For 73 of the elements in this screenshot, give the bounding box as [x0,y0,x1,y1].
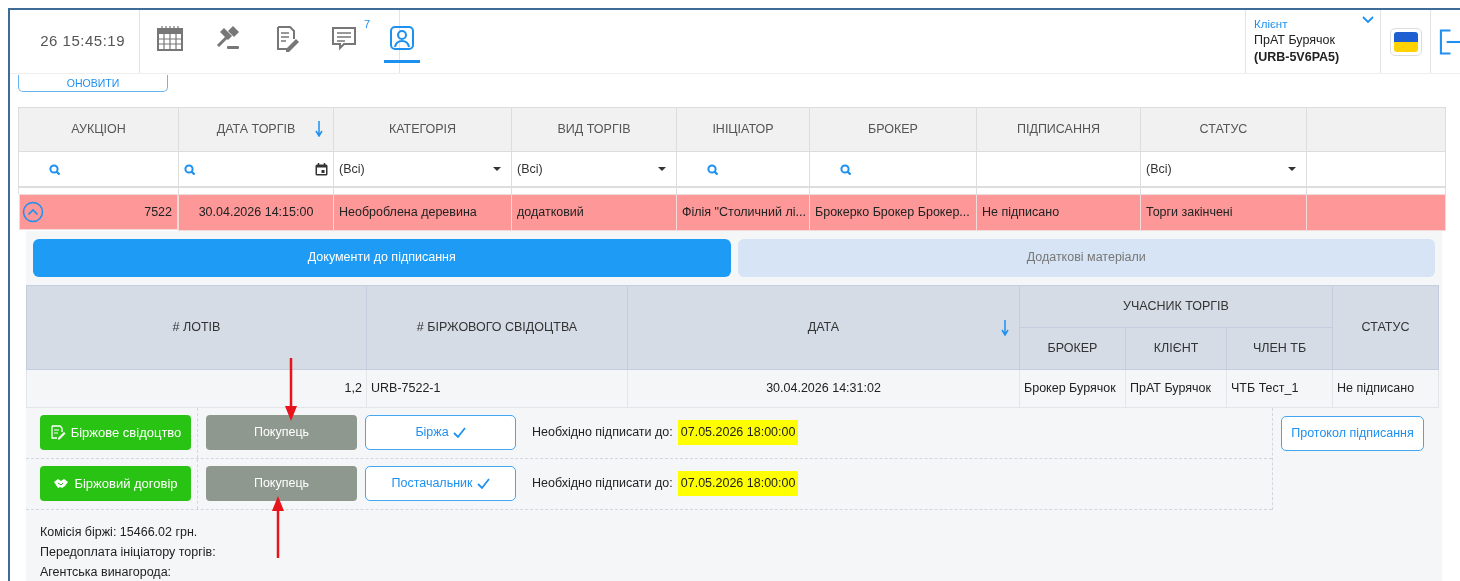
column-header[interactable]: БРОКЕР [1019,327,1126,370]
table-cell: Брокерко Брокер Брокер... [809,194,977,231]
column-header[interactable]: СТАТУС [1140,107,1307,152]
document-pen-icon [49,425,66,441]
chat-icon [330,24,358,52]
table-cell: 30.04.2026 14:15:00 [178,194,334,231]
column-header[interactable]: ІНІЦІАТОР [676,107,810,152]
table-cell-text: 7522 [144,203,172,221]
notification-count: 7 [363,17,370,32]
deadline-date: 07.05.2026 18:00:00 [677,420,799,446]
deadline-date: 07.05.2026 18:00:00 [677,471,799,497]
gavel-icon [214,24,242,52]
calendar-icon [315,162,328,176]
table-cell: 30.04.2026 14:31:02 [627,369,1020,408]
account-switcher[interactable]: Клієнт ПрАТ Бурячок (URB-5V6PA5) [1245,10,1380,73]
column-header[interactable]: БРОКЕР [809,107,977,152]
column-header[interactable]: # ЛОТІВ [26,285,367,370]
table-cell: Не підписано [976,194,1141,231]
caret-icon [658,167,666,171]
search-icon [49,163,60,175]
account-code: (URB-5V6PA5) [1254,48,1341,65]
language-button[interactable] [1389,27,1422,56]
info-text: Комісія біржі: 15466.02 грн. [40,523,199,541]
column-header[interactable]: ВИД ТОРГІВ [511,107,677,152]
info-text: Агентська винагорода: [40,563,173,581]
search-icon [840,163,851,175]
account-name: ПрАТ Бурячок [1254,32,1336,49]
user-icon [388,24,416,52]
column-header[interactable]: ДАТА [627,285,1020,370]
annotation-arrow [271,496,285,558]
search-icon [184,163,195,175]
account-role: Клієнт [1254,17,1288,32]
protocol-button[interactable]: Протокол підписання [1281,415,1424,451]
column-header[interactable]: # БІРЖОВОГО СВІДОЦТВА [366,285,628,370]
table-cell: Торги закінчені [1140,194,1307,231]
column-header[interactable]: ПІДПИСАННЯ [976,107,1141,152]
collapse-icon[interactable] [21,201,44,224]
flag-icon [1393,31,1418,52]
table-cell: Необроблена деревина [333,194,512,231]
chevron-down-icon [1362,16,1374,24]
table-cell: Брокер Бурячок [1019,369,1126,408]
annotation-arrow [284,358,298,422]
tab[interactable]: Додаткові матеріали [737,238,1435,277]
refresh-button[interactable]: ОНОВИТИ [18,75,168,92]
deadline-label: Необхідно підписати до: [532,475,673,493]
filter-dropdown[interactable]: (Всі) [512,151,676,187]
column-header[interactable]: ЧЛЕН ТБ [1226,327,1333,370]
deadline-label: Необхідно підписати до: [532,424,673,442]
table-cell: ЧТБ Тест_1 [1226,369,1333,408]
table-cell: Не підписано [1332,369,1439,408]
table-row[interactable]: 7522 30.04.2026 14:15:00 Необроблена деревина додатковий Філія "Столичний лі... Брокерко Брокер Брокер... Не підписано Торги закінчені [18,194,1446,231]
filter-dropdown[interactable]: (Всі) [334,151,511,187]
info-text: Передоплата ініціатору торгів: [40,543,217,561]
logout-icon [1439,27,1460,56]
table-cell: URB-7522-1 [366,369,628,408]
column-header[interactable]: ДАТА ТОРГІВ [178,107,334,152]
table-cell: Філія "Столичний лі... [676,194,810,231]
column-header[interactable]: СТАТУС [1332,285,1439,370]
search-icon [707,163,718,175]
caret-icon [493,167,501,171]
table-cell: додатковий [511,194,677,231]
calendar-icon [156,24,184,52]
signer-button[interactable]: Біржа [365,415,516,451]
column-header[interactable]: КЛІЄНТ [1125,327,1227,370]
column-header[interactable]: УЧАСНИК ТОРГІВ [1019,285,1333,328]
table-cell: 1,2 [26,369,367,408]
clock-text: 26 15:45:19 [10,10,140,73]
column-header[interactable]: КАТЕГОРІЯ [333,107,512,152]
caret-icon [1288,167,1296,171]
signer-button[interactable]: Постачальник [365,466,516,502]
table-cell: ПрАТ Бурячок [1125,369,1227,408]
filter-dropdown[interactable]: (Всі) [1141,151,1306,187]
column-header[interactable]: АУКЦІОН [18,107,179,152]
